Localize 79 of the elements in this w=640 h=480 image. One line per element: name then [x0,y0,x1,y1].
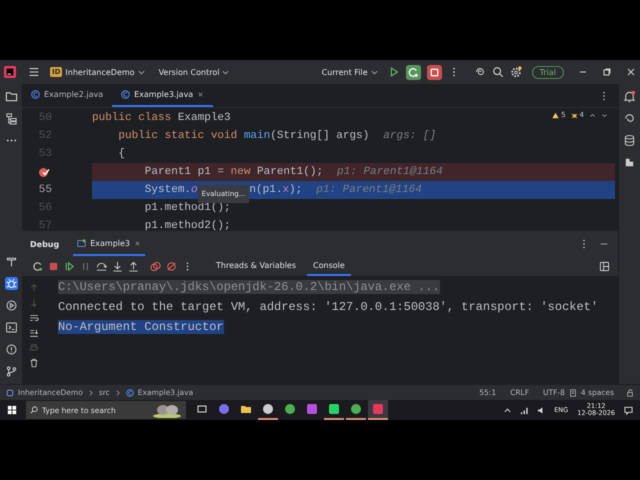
app-icon [328,403,340,415]
search-icon [30,406,38,414]
notifications-icon[interactable] [624,406,633,414]
app-icon [284,403,296,415]
trial-badge[interactable]: Trial [532,66,564,78]
code-line: public class Example3 [92,111,231,126]
app-icon [306,403,318,415]
play-circle-icon[interactable] [4,299,18,312]
code-line: p1.method2(); [144,219,231,231]
console-line: Connected to the target VM, address: '127.0.0.1:50038', transport: 'socket' [58,300,598,314]
resume-icon[interactable] [64,260,75,272]
close-icon[interactable] [626,67,636,77]
folder-icon[interactable] [4,90,18,103]
trash-icon[interactable] [29,358,39,368]
module-icon [6,388,14,396]
pause-icon[interactable] [80,260,91,272]
debug-panel-title: Debug [30,240,60,248]
terminal-icon[interactable] [4,321,18,334]
app-logo-icon[interactable] [4,66,16,78]
chevron-right-icon [86,388,95,396]
chevron-down-icon [138,68,145,76]
alert-icon[interactable] [4,343,18,356]
bell-icon[interactable] [623,90,636,103]
rerun-icon[interactable] [32,260,43,272]
stop-icon[interactable] [48,260,59,272]
chevron-down-icon [370,68,378,76]
class-file-icon [126,388,134,396]
step-over-icon[interactable] [96,260,107,272]
soft-wrap-icon[interactable] [29,313,39,323]
class-file-icon [31,90,40,99]
warning-icon [552,112,560,118]
elephant-drawing [152,402,182,418]
class-file-icon [121,90,130,99]
search-icon[interactable] [492,66,504,78]
app-icon [218,403,230,415]
window-icon [77,238,86,248]
chevron-up-icon[interactable] [589,112,596,118]
view-tab[interactable]: Threads & Variables [210,256,302,276]
database-icon[interactable] [623,134,636,147]
step-out-icon[interactable] [128,260,139,272]
bug-icon [570,112,578,118]
app-icon [350,403,362,415]
code-line: p1.method1(); [144,201,231,216]
lock-icon[interactable] [626,388,634,396]
network-icon[interactable] [520,406,530,414]
hammer-icon[interactable] [4,255,18,268]
settings-icon[interactable] [510,66,522,78]
windows-start-icon[interactable] [7,405,17,415]
document-icon [568,388,577,396]
stop-button[interactable] [426,64,442,80]
restore-icon[interactable] [602,67,612,77]
close-tab-icon[interactable] [134,240,142,246]
chevron-down-icon [222,68,230,76]
rerun-debug-button[interactable] [406,64,421,80]
scroll-to-end-icon[interactable] [29,328,39,338]
chevron-down-icon[interactable] [601,112,608,118]
breakpoints-icon[interactable] [150,260,161,272]
line-number: 55 [38,184,52,196]
breakpoint-icon[interactable] [38,166,50,178]
code-line: { [117,147,126,162]
editor-tab[interactable]: Example3.java [112,84,214,107]
menu-icon[interactable] [28,66,40,78]
app-icon [262,403,274,415]
version-control-dropdown[interactable]: Version Control [154,66,234,78]
editor-tab[interactable]: Example2.java [22,84,112,107]
step-into-icon[interactable] [112,260,123,272]
task-view-icon [196,403,208,415]
close-tab-icon[interactable] [197,91,204,98]
bug-icon[interactable] [4,277,18,290]
run-config-dropdown[interactable]: Current File [318,66,382,78]
code-line: public static void main(String[] args) args: [] [117,129,436,144]
chevron-right-icon [114,388,122,396]
mute-breakpoints-icon[interactable] [166,260,177,272]
folder-icon [240,403,252,415]
branch-icon[interactable] [4,365,18,378]
layout-icon[interactable] [599,260,610,272]
app-icon [372,403,384,415]
code-line: Parent1 p1 = new Parent1(); p1: Parent1@1164 [144,165,443,180]
structure-icon[interactable] [4,112,18,125]
